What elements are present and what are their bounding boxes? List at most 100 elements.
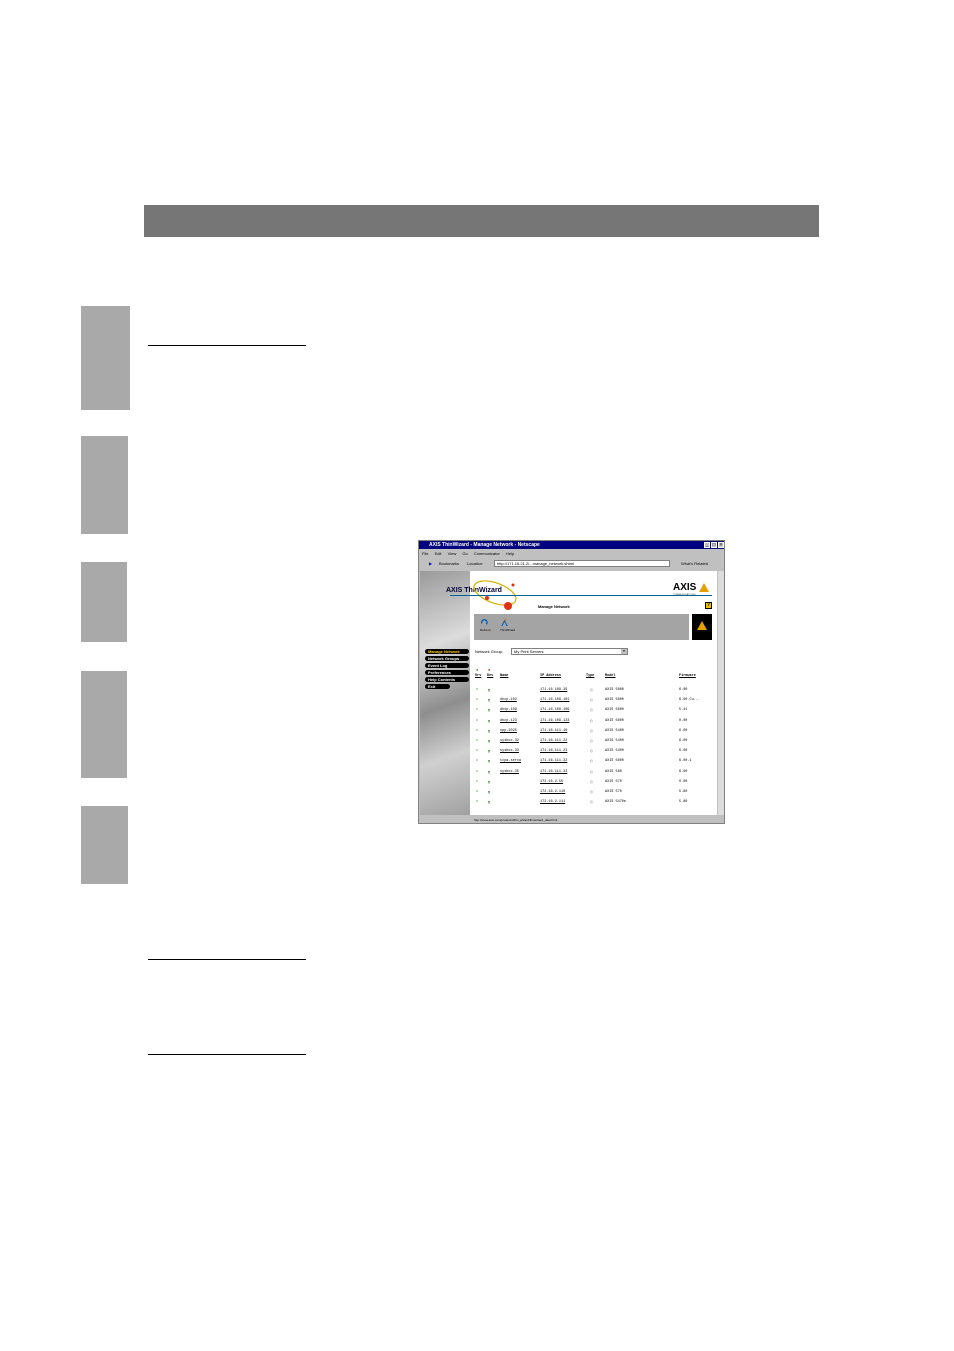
device-name[interactable]: dhcp-123 [500, 719, 517, 723]
table-row[interactable]: ∞ ▤ tcpa-serca 171.16.111.32 ⎙ AXIS 5600 6.00.… [474, 757, 714, 767]
col-srv[interactable]: Srv [475, 674, 481, 678]
table-row[interactable]: ∞ ▤ sysbox-33 171.16.111.23 ⎙ AXIS 5400 6.00 [474, 747, 714, 757]
device-firmware: 5.80 [679, 790, 688, 794]
section-rule-3 [148, 1054, 306, 1055]
device-ip[interactable]: 171.16.111.10 [540, 729, 567, 733]
network-group-label: Network Group: [475, 649, 504, 654]
printer-icon: ⎙ [590, 770, 593, 775]
device-name[interactable]: sysbox-35 [500, 770, 519, 774]
device-model: AXIS 5600 [605, 718, 624, 723]
server-link-icon: ∞ [476, 718, 479, 723]
status-bar: http://www.axis.com/products/thin_wizard… [419, 816, 724, 823]
table-row[interactable]: ∞ ▤ 171.16.109.39 ⎙ AXIS 5600 6.00 [474, 686, 714, 696]
col-firmware[interactable]: Firmware [679, 674, 696, 678]
chapter-header-bar [144, 205, 819, 237]
nav-manage-network[interactable]: Manage Network [425, 649, 469, 654]
server-link-icon: ∞ [476, 790, 479, 794]
device-name[interactable]: sysbox-33 [500, 749, 519, 753]
menu-file[interactable]: File [422, 551, 428, 556]
nav-preferences[interactable]: Preferences [425, 670, 469, 675]
device-model: AXIS 570 [605, 779, 622, 784]
table-row[interactable]: ∞ ▤ 172.16.2.111 ⎙ AXIS 5470e 5.80 [474, 798, 714, 808]
menu-view[interactable]: View [448, 551, 457, 556]
server-link-icon: ∞ [476, 688, 479, 692]
col-model[interactable]: Model [605, 674, 616, 678]
table-row[interactable]: ∞ ▤ npp-2025 171.16.111.10 ⎙ AXIS 5400 6.00 [474, 727, 714, 737]
side-tab-1 [81, 306, 130, 410]
refresh-tool[interactable]: Refresh [480, 618, 491, 632]
table-row[interactable]: ∞ ▤ 172.16.2.55 ⎙ AXIS 570 0.00 [474, 778, 714, 788]
device-ip[interactable]: 172.16.2.110 [540, 790, 565, 794]
device-icon: ▤ [488, 709, 491, 714]
decorative-sidebar [420, 571, 470, 815]
table-row[interactable]: ∞ ▤ dhcp-102 171.16.109.101 ⎙ AXIS 5600 6.00.C… [474, 696, 714, 706]
nav-help-contents[interactable]: Help Contents [425, 677, 469, 682]
chevron-down-icon[interactable]: ▼ [621, 649, 627, 654]
page-content: AXIS ThinWizard AXIS COMMUNICATIONS Mana… [420, 571, 717, 815]
menu-edit[interactable]: Edit [435, 551, 442, 556]
device-model: AXIS 5600 [605, 698, 624, 703]
col-type[interactable]: Type [586, 674, 594, 678]
section-rule-1 [148, 345, 306, 346]
table-row[interactable]: ∞ ▤ sysbox-35 171.16.111.33 ⎙ AXIS 560 6.00 [474, 768, 714, 778]
device-icon: ▤ [488, 689, 491, 693]
col-name[interactable]: Name [500, 674, 508, 678]
vertical-scrollbar[interactable] [718, 571, 724, 815]
table-row[interactable]: ∞ ▤ dhcp-109 171.16.109.109 ⎙ AXIS 5600 5.41 [474, 706, 714, 716]
thinwizard-label: ThinWizard [500, 628, 516, 632]
bookmark-icon[interactable]: ▶ [429, 561, 432, 566]
whats-related-button[interactable]: What's Related [681, 561, 708, 566]
device-name[interactable]: tcpa-serca [500, 759, 521, 763]
col-dev[interactable]: Dev [487, 674, 493, 678]
device-model: AXIS 5600 [605, 759, 624, 764]
maximize-button[interactable]: □ [711, 542, 717, 548]
server-link-icon: ∞ [476, 769, 479, 774]
minimize-button[interactable]: _ [704, 542, 710, 548]
server-link-icon: ∞ [476, 749, 479, 754]
printer-icon: ⎙ [590, 699, 593, 704]
device-ip[interactable]: 172.16.2.111 [540, 800, 565, 804]
device-icon: ▤ [488, 750, 491, 755]
device-firmware: 6.00 [679, 728, 688, 733]
menu-communicator[interactable]: Communicator [474, 551, 500, 556]
device-model: AXIS 560 [605, 769, 622, 774]
device-name[interactable]: npp-2025 [500, 729, 517, 733]
device-ip[interactable]: 171.16.109.39 [540, 688, 567, 692]
menu-go[interactable]: Go [462, 551, 467, 556]
window-title: AXIS ThinWizard - Manage Network - Netsc… [419, 541, 724, 549]
col-ip[interactable]: IP Address [540, 674, 561, 678]
table-row[interactable]: ∞ ▤ sysbox-32 171.16.111.22 ⎙ AXIS 5400 6.00 [474, 737, 714, 747]
nav-event-log[interactable]: Event Log [425, 663, 469, 668]
device-name[interactable]: dhcp-102 [500, 698, 517, 702]
device-name[interactable]: dhcp-109 [500, 708, 517, 712]
device-ip[interactable]: 171.16.109.109 [540, 708, 569, 712]
bookmarks-button[interactable]: Bookmarks [439, 561, 459, 566]
printer-icon: ⎙ [590, 750, 593, 755]
refresh-label: Refresh [480, 628, 491, 632]
device-ip[interactable]: 171.16.109.123 [540, 719, 569, 723]
table-row[interactable]: ∞ ▤ 172.16.2.110 ⎙ AXIS 570 5.80 [474, 788, 714, 798]
server-link-icon: ∞ [476, 698, 479, 703]
menu-help[interactable]: Help [506, 551, 514, 556]
server-link-icon: ∞ [476, 739, 479, 743]
printer-icon: ⎙ [590, 729, 593, 734]
device-ip[interactable]: 171.16.111.33 [540, 770, 567, 774]
thinwizard-tool[interactable]: ThinWizard [500, 618, 515, 632]
close-button[interactable]: × [718, 542, 724, 548]
device-ip[interactable]: 171.16.111.23 [540, 749, 567, 753]
device-ip[interactable]: 171.16.111.32 [540, 759, 567, 763]
nav-exit[interactable]: Exit [425, 684, 450, 689]
side-tab-4 [81, 671, 127, 778]
table-row[interactable]: ∞ ▤ dhcp-123 171.16.109.123 ⎙ AXIS 5600 0.00 [474, 717, 714, 727]
help-button[interactable]: ? [705, 602, 712, 609]
location-input[interactable]: http://171.16.21.2/...manage_network.sht… [494, 560, 670, 567]
device-icon: ▤ [488, 729, 491, 734]
device-firmware: 6.00 [679, 739, 688, 743]
network-group-select[interactable]: My Print Servers [511, 648, 628, 655]
nav-network-groups[interactable]: Network Groups [425, 656, 469, 661]
device-ip[interactable]: 172.16.2.55 [540, 780, 563, 784]
device-name[interactable]: sysbox-32 [500, 739, 519, 743]
device-ip[interactable]: 171.16.109.101 [540, 698, 569, 702]
device-icon: ▤ [488, 801, 491, 806]
device-ip[interactable]: 171.16.111.22 [540, 739, 567, 743]
